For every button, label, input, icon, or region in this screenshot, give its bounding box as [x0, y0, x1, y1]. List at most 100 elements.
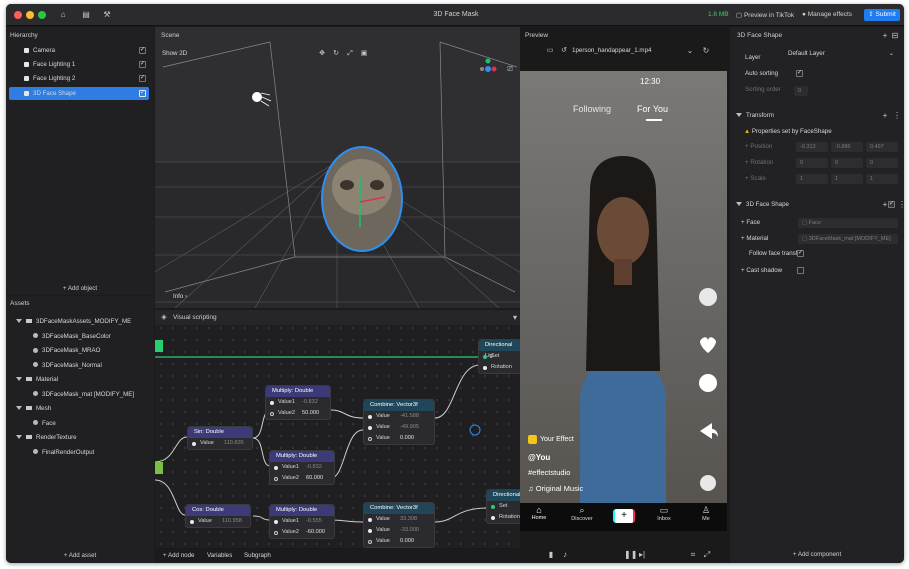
hierarchy-item-3d-face-shape[interactable]: 3D Face Shape ✓: [9, 87, 149, 100]
asset-item[interactable]: 3DFaceMask_Normal: [33, 359, 102, 372]
asset-item[interactable]: Face: [33, 417, 56, 430]
chevron-down-icon[interactable]: ⌄: [685, 46, 695, 56]
more-icon[interactable]: ⋮: [897, 200, 904, 210]
hierarchy-item-face-lighting-1[interactable]: Face Lighting 1 ✓: [10, 58, 150, 71]
port-value[interactable]: 60.000: [306, 473, 323, 484]
tab-following[interactable]: Following: [573, 103, 611, 116]
visibility-checkbox[interactable]: ✓: [139, 90, 146, 97]
port-value[interactable]: -49.905: [400, 422, 419, 433]
port-value[interactable]: -0.555: [306, 516, 322, 527]
sorting-order-field[interactable]: 0: [794, 86, 808, 96]
node-sin[interactable]: Sin: Double Value 110.835: [187, 426, 253, 450]
asset-folder[interactable]: 3DFaceMaskAssets_MODIFY_ME: [16, 315, 131, 328]
position-y-field[interactable]: -0.886: [831, 142, 863, 152]
visibility-checkbox[interactable]: ✓: [139, 75, 146, 82]
position-x-field[interactable]: -0.313: [796, 142, 828, 152]
face-shape-section[interactable]: 3D Face Shape: [736, 198, 789, 211]
node-multiply-1[interactable]: Multiply: Double Value1 -0.832 Value2 50.0…: [265, 385, 331, 420]
nav-me[interactable]: ♙ Me: [695, 505, 717, 522]
home-icon[interactable]: ⌂: [58, 10, 68, 20]
expand-icon[interactable]: [16, 406, 22, 411]
expand-icon[interactable]: [16, 377, 22, 382]
device-icon[interactable]: ▭: [545, 46, 555, 56]
input-port[interactable]: [190, 520, 194, 524]
face-mesh-field[interactable]: ▢ Face: [798, 218, 898, 228]
nav-discover[interactable]: ⌕ Discover: [570, 505, 594, 522]
asset-folder[interactable]: Material: [16, 373, 58, 386]
auto-sorting-checkbox[interactable]: ✓: [796, 70, 803, 77]
close-window-button[interactable]: [14, 11, 22, 19]
hierarchy-item-camera[interactable]: Camera ✓: [10, 44, 150, 57]
port-value[interactable]: -0.832: [302, 397, 318, 408]
expand-icon[interactable]: [16, 319, 22, 324]
visibility-checkbox[interactable]: ✓: [139, 61, 146, 68]
show-2d-toggle[interactable]: Show 2D: [162, 47, 187, 60]
crop-icon[interactable]: ⌗: [688, 550, 698, 560]
port-value[interactable]: -33.000: [400, 525, 419, 536]
add-icon[interactable]: +: [880, 31, 890, 41]
submit-button[interactable]: ⇪ Submit: [864, 9, 900, 21]
scale-tool-icon[interactable]: ⤢: [345, 49, 355, 59]
asset-folder[interactable]: RenderTexture: [16, 431, 77, 444]
position-z-field[interactable]: 0.497: [866, 142, 898, 152]
asset-item[interactable]: 3DFaceMask_BaseColor: [33, 330, 111, 343]
asset-folder[interactable]: Mesh: [16, 402, 51, 415]
tab-for-you[interactable]: For You: [637, 103, 668, 116]
music-label[interactable]: ♫ Original Music: [528, 482, 583, 495]
node-combine-2[interactable]: Combine: Vector3f Value 33.308 Value -33.0…: [363, 502, 435, 548]
phone-preview[interactable]: 12:30 Following For You Your Effect @You…: [520, 71, 727, 531]
visual-scripting-panel[interactable]: ◈ Visual scripting ▾ Sin: Double Value 1…: [155, 310, 520, 563]
camera-view-icon[interactable]: ⎚: [505, 65, 515, 75]
refresh-icon[interactable]: ↺: [559, 46, 569, 56]
node-multiply-3[interactable]: Multiply: Double Value1 -0.555 Value2 -60.…: [269, 504, 335, 539]
node-directional-light-2[interactable]: Directional Set Rotation: [486, 489, 520, 524]
video-selector[interactable]: 1person_handappear_1.mp4: [572, 44, 651, 57]
port-value[interactable]: 0.000: [400, 536, 414, 547]
layout-icon[interactable]: ▤: [81, 10, 91, 20]
tiktok-icon[interactable]: ♪: [560, 550, 570, 560]
rotation-z-field[interactable]: 0: [866, 158, 898, 168]
port-value[interactable]: 33.308: [400, 514, 417, 525]
manage-effects-button[interactable]: ● Manage effects: [802, 11, 852, 18]
expand-icon[interactable]: ⤢: [702, 550, 712, 560]
node-combine-1[interactable]: Combine: Vector3f Value -41.588 Value -49.…: [363, 399, 435, 445]
transform-section[interactable]: Transform: [736, 109, 774, 122]
tools-icon[interactable]: ⚒: [102, 10, 112, 20]
pause-icon[interactable]: ❚❚: [624, 550, 637, 560]
scene-info-toggle[interactable]: Info ›: [173, 290, 187, 303]
battery-icon[interactable]: ▮: [546, 550, 556, 560]
add-asset-button[interactable]: + Add asset: [6, 552, 154, 559]
subgraph-tab[interactable]: Subgraph: [244, 549, 271, 562]
minimize-window-button[interactable]: [26, 11, 34, 19]
rotate-tool-icon[interactable]: ↻: [331, 49, 341, 59]
scale-z-field[interactable]: 1: [866, 174, 898, 184]
variables-tab[interactable]: Variables: [207, 549, 232, 562]
add-object-button[interactable]: + Add object: [6, 285, 154, 292]
face-shape-enabled-checkbox[interactable]: ✓: [888, 201, 895, 208]
rotation-x-field[interactable]: 0: [796, 158, 828, 168]
follow-face-checkbox[interactable]: ✓: [797, 250, 804, 257]
layer-select[interactable]: Default Layer ⌄: [786, 47, 896, 60]
port-value[interactable]: 0.000: [400, 433, 414, 444]
scale-x-field[interactable]: 1: [796, 174, 828, 184]
material-field[interactable]: ▢ 3DFaceMask_mat [MODIFY_ME]: [798, 234, 898, 244]
rect-tool-icon[interactable]: ▣: [359, 49, 369, 59]
rotation-y-field[interactable]: 0: [831, 158, 863, 168]
add-node-button[interactable]: + Add node: [163, 549, 194, 562]
port-value[interactable]: -0.832: [306, 462, 322, 473]
node-cos[interactable]: Cos: Double Value 110.958: [185, 504, 251, 528]
scene-viewport[interactable]: Scene Show 2D ✥ ↻ ⤢ ▣ ⎚ Info ›: [155, 27, 520, 308]
your-effect-badge[interactable]: Your Effect: [528, 433, 574, 446]
cast-shadow-checkbox[interactable]: [797, 267, 804, 274]
create-button[interactable]: +: [613, 509, 635, 523]
asset-item[interactable]: 3DFaceMask_MRAO: [33, 344, 100, 357]
scale-y-field[interactable]: 1: [831, 174, 863, 184]
expand-icon[interactable]: [16, 435, 22, 440]
lock-icon[interactable]: ⊟: [890, 31, 900, 41]
preview-in-tiktok-button[interactable]: ▢ Preview in TikTok: [736, 11, 794, 19]
add-component-button[interactable]: + Add component: [730, 551, 904, 558]
asset-item[interactable]: FinalRenderOutput: [33, 446, 94, 459]
node-multiply-2[interactable]: Multiply: Double Value1 -0.832 Value2 60.0…: [269, 450, 335, 485]
node-directional-light-1[interactable]: Directional Lig Set Rotation: [478, 339, 520, 374]
hashtag[interactable]: #effectstudio: [528, 466, 570, 479]
